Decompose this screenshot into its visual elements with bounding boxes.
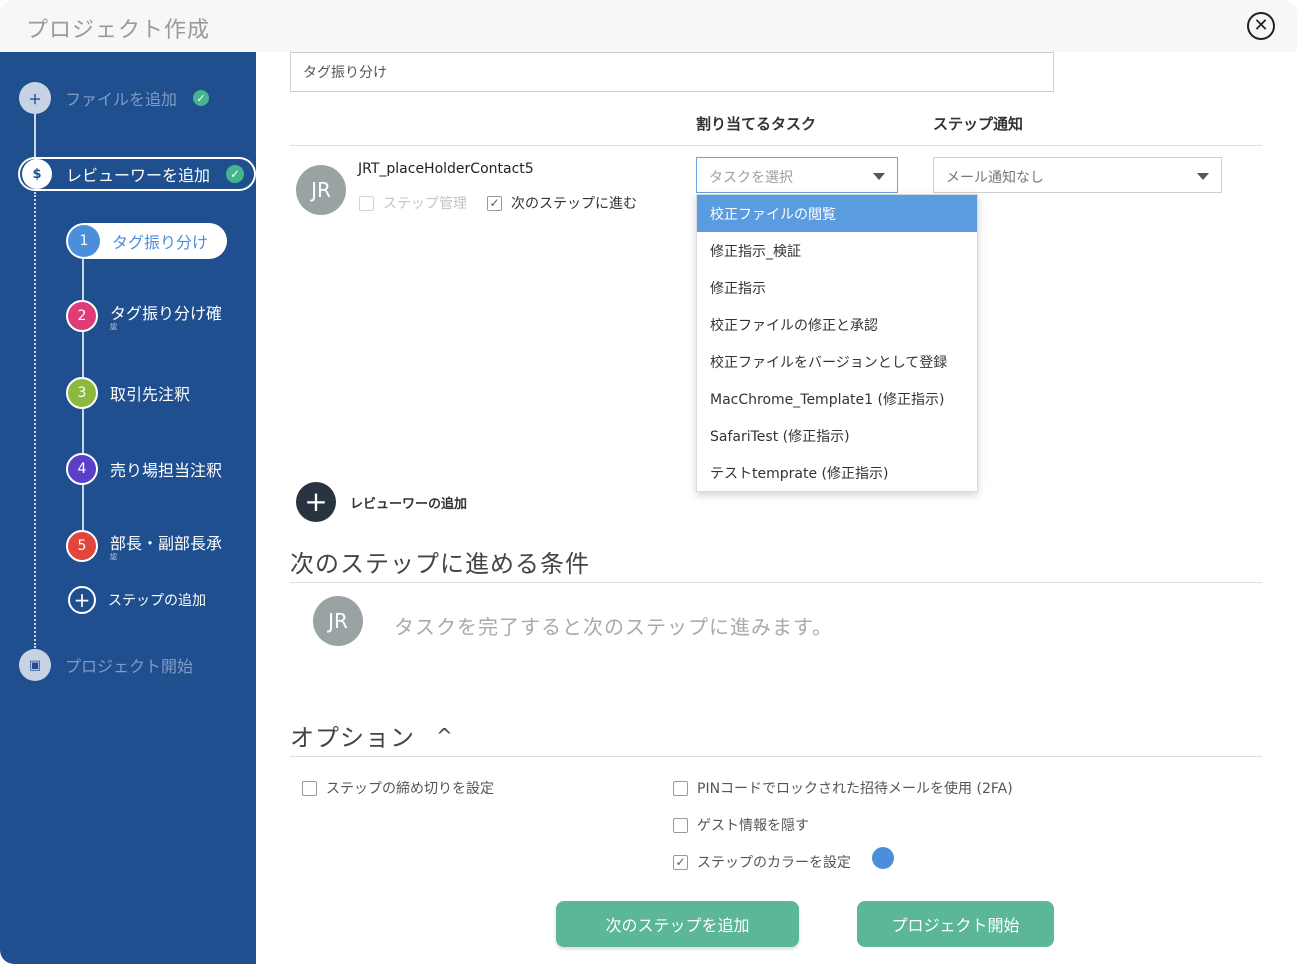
add-step-label: ステップの追加: [108, 593, 206, 609]
step-color-swatch[interactable]: [872, 847, 894, 869]
dialog-title: プロジェクト作成: [26, 18, 211, 43]
condition-title: 次のステップに進める条件: [290, 550, 590, 578]
add-step-button[interactable]: + ステップの追加: [68, 586, 206, 614]
checkbox-label: ステップのカラーを設定: [697, 855, 851, 871]
options-title: オプション: [290, 724, 415, 752]
check-icon: ✓: [193, 90, 210, 106]
task-dropdown-menu: 校正ファイルの閲覧 修正指示_検証 修正指示 校正ファイルの修正と承認 校正ファ…: [696, 194, 978, 492]
substep-2[interactable]: 2 タグ振り分け確認: [66, 300, 222, 332]
hide-guest-checkbox[interactable]: ゲスト情報を隠す: [673, 815, 809, 835]
pin-2fa-checkbox[interactable]: PINコードでロックされた招待メールを使用 (2FA): [673, 778, 1013, 798]
substep-label: タグ振り分け確認: [110, 304, 223, 331]
check-icon: ✓: [226, 165, 245, 183]
dropdown-option[interactable]: 校正ファイルをバージョンとして登録: [697, 343, 977, 380]
project-dialog: プロジェクト作成 ✕ ＋ ファイルを追加 ✓ $ レビューワーを追加 ✓ 1 タ…: [0, 0, 1297, 964]
substep-number: 4: [66, 453, 98, 485]
reviewer-name: JRT_placeHolderContact5: [358, 161, 534, 177]
dropdown-option[interactable]: MacChrome_Template1 (修正指示): [697, 380, 977, 417]
step-color-checkbox[interactable]: ✓ ステップのカラーを設定: [673, 852, 851, 872]
step-notify-header: ステップ通知: [933, 115, 1024, 133]
checkbox-label: ステップの締め切りを設定: [326, 781, 494, 797]
plus-icon: +: [296, 482, 336, 522]
add-reviewer-label: レビューワーの追加: [350, 496, 468, 512]
chevron-up-icon[interactable]: ^: [436, 724, 453, 748]
deadline-checkbox[interactable]: ステップの締め切りを設定: [302, 778, 494, 798]
substep-number: 3: [66, 377, 98, 409]
substep-number: 5: [66, 530, 98, 562]
reviewer-doc-icon: $: [22, 159, 52, 189]
file-add-icon: ＋: [19, 82, 51, 114]
checkbox-box-checked: ✓: [673, 854, 688, 870]
substep-label: 部長・副部長承認: [110, 534, 223, 561]
start-project-button[interactable]: プロジェクト開始: [857, 901, 1054, 947]
add-next-step-button[interactable]: 次のステップを追加: [556, 901, 799, 947]
progress-line-dotted: [34, 192, 36, 648]
step-sidebar: ＋ ファイルを追加 ✓ $ レビューワーを追加 ✓ 1 タグ振り分け 2 タグ振…: [0, 52, 256, 964]
close-icon[interactable]: ✕: [1247, 12, 1275, 40]
title-bar: プロジェクト作成 ✕: [0, 0, 1297, 52]
dropdown-option[interactable]: 修正指示: [697, 269, 977, 306]
divider: [290, 582, 1262, 583]
advance-step-checkbox[interactable]: ✓ 次のステップに進む: [487, 193, 637, 213]
sidebar-step-label: ファイルを追加: [65, 90, 178, 109]
checkbox-box-checked: ✓: [487, 195, 502, 211]
checkbox-label: ゲスト情報を隠す: [697, 818, 809, 834]
substep-5[interactable]: 5 部長・副部長承認: [66, 530, 222, 562]
substep-3[interactable]: 3 取引先注釈: [66, 377, 190, 409]
sidebar-step-add-reviewers[interactable]: $ レビューワーを追加 ✓: [18, 157, 256, 191]
dropdown-option[interactable]: SafariTest (修正指示): [697, 417, 977, 454]
sidebar-step-label: レビューワーを追加: [66, 166, 211, 185]
checkbox-box: [673, 780, 688, 796]
add-reviewer-button[interactable]: + レビューワーの追加: [296, 482, 467, 522]
checkbox-box: [302, 780, 317, 796]
notify-select[interactable]: メール通知なし: [933, 157, 1222, 193]
checkbox-label: PINコードでロックされた招待メールを使用 (2FA): [697, 781, 1013, 797]
project-start-icon: ▣: [19, 649, 51, 681]
checkbox-label: ステップ管理: [383, 196, 467, 212]
chevron-down-icon: [873, 173, 885, 180]
substep-label: タグ振り分け: [112, 233, 209, 252]
divider: [290, 756, 1262, 757]
sidebar-step-start-project[interactable]: ▣ プロジェクト開始: [19, 649, 193, 681]
substep-label: 取引先注釈: [110, 385, 191, 404]
step-name-input[interactable]: タグ振り分け: [290, 52, 1054, 92]
sidebar-step-add-files[interactable]: ＋ ファイルを追加 ✓: [19, 82, 210, 114]
checkbox-box: [673, 817, 688, 833]
step-manage-checkbox[interactable]: ステップ管理: [359, 193, 467, 213]
chevron-down-icon: [1197, 173, 1209, 180]
condition-text: タスクを完了すると次のステップに進みます。: [394, 615, 833, 639]
sidebar-step-label: プロジェクト開始: [65, 657, 194, 676]
task-select[interactable]: タスクを選択: [696, 157, 898, 193]
substep-1[interactable]: 1 タグ振り分け: [66, 223, 227, 259]
dropdown-option[interactable]: 校正ファイルの修正と承認: [697, 306, 977, 343]
avatar: JR: [296, 165, 346, 215]
assign-task-header: 割り当てるタスク: [696, 115, 817, 133]
substep-4[interactable]: 4 売り場担当注釈: [66, 453, 222, 485]
notify-select-value: メール通知なし: [946, 170, 1044, 186]
dropdown-option[interactable]: テストtemprate (修正指示): [697, 454, 977, 491]
avatar: JR: [313, 596, 363, 646]
checkbox-label: 次のステップに進む: [511, 196, 637, 212]
divider: [290, 145, 1262, 146]
task-select-placeholder: タスクを選択: [709, 170, 793, 186]
substep-number: 1: [68, 225, 100, 257]
dropdown-option[interactable]: 校正ファイルの閲覧: [697, 195, 977, 232]
checkbox-box: [359, 195, 374, 211]
substep-label: 売り場担当注釈: [110, 461, 223, 480]
substep-number: 2: [66, 300, 98, 332]
dropdown-option[interactable]: 修正指示_検証: [697, 232, 977, 269]
plus-icon: +: [68, 586, 96, 614]
